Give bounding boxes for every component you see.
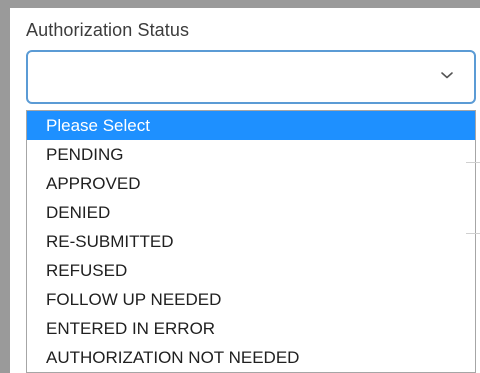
form-panel: Authorization Status Please Select PENDI… [10,8,480,373]
option-refused[interactable]: REFUSED [27,256,475,285]
background-divider [466,162,480,163]
chevron-down-icon[interactable] [440,70,454,80]
authorization-status-select[interactable] [26,50,476,104]
option-denied[interactable]: DENIED [27,198,475,227]
authorization-status-options: Please Select PENDING APPROVED DENIED RE… [26,110,476,373]
option-pending[interactable]: PENDING [27,140,475,169]
authorization-status-label: Authorization Status [26,20,190,40]
background-divider [466,233,480,234]
option-authorization-not-needed[interactable]: AUTHORIZATION NOT NEEDED [27,343,475,372]
option-please-select[interactable]: Please Select [27,111,475,140]
option-entered-in-error[interactable]: ENTERED IN ERROR [27,314,475,343]
option-follow-up-needed[interactable]: FOLLOW UP NEEDED [27,285,475,314]
option-approved[interactable]: APPROVED [27,169,475,198]
option-re-submitted[interactable]: RE-SUBMITTED [27,227,475,256]
